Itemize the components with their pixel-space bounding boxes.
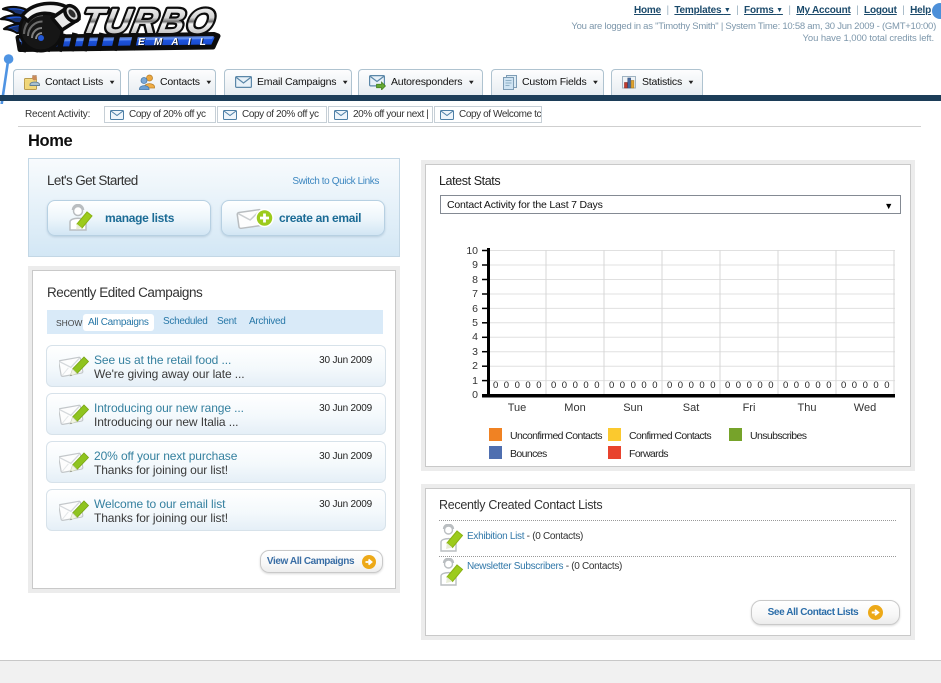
svg-text:TURBO: TURBO <box>78 2 220 41</box>
